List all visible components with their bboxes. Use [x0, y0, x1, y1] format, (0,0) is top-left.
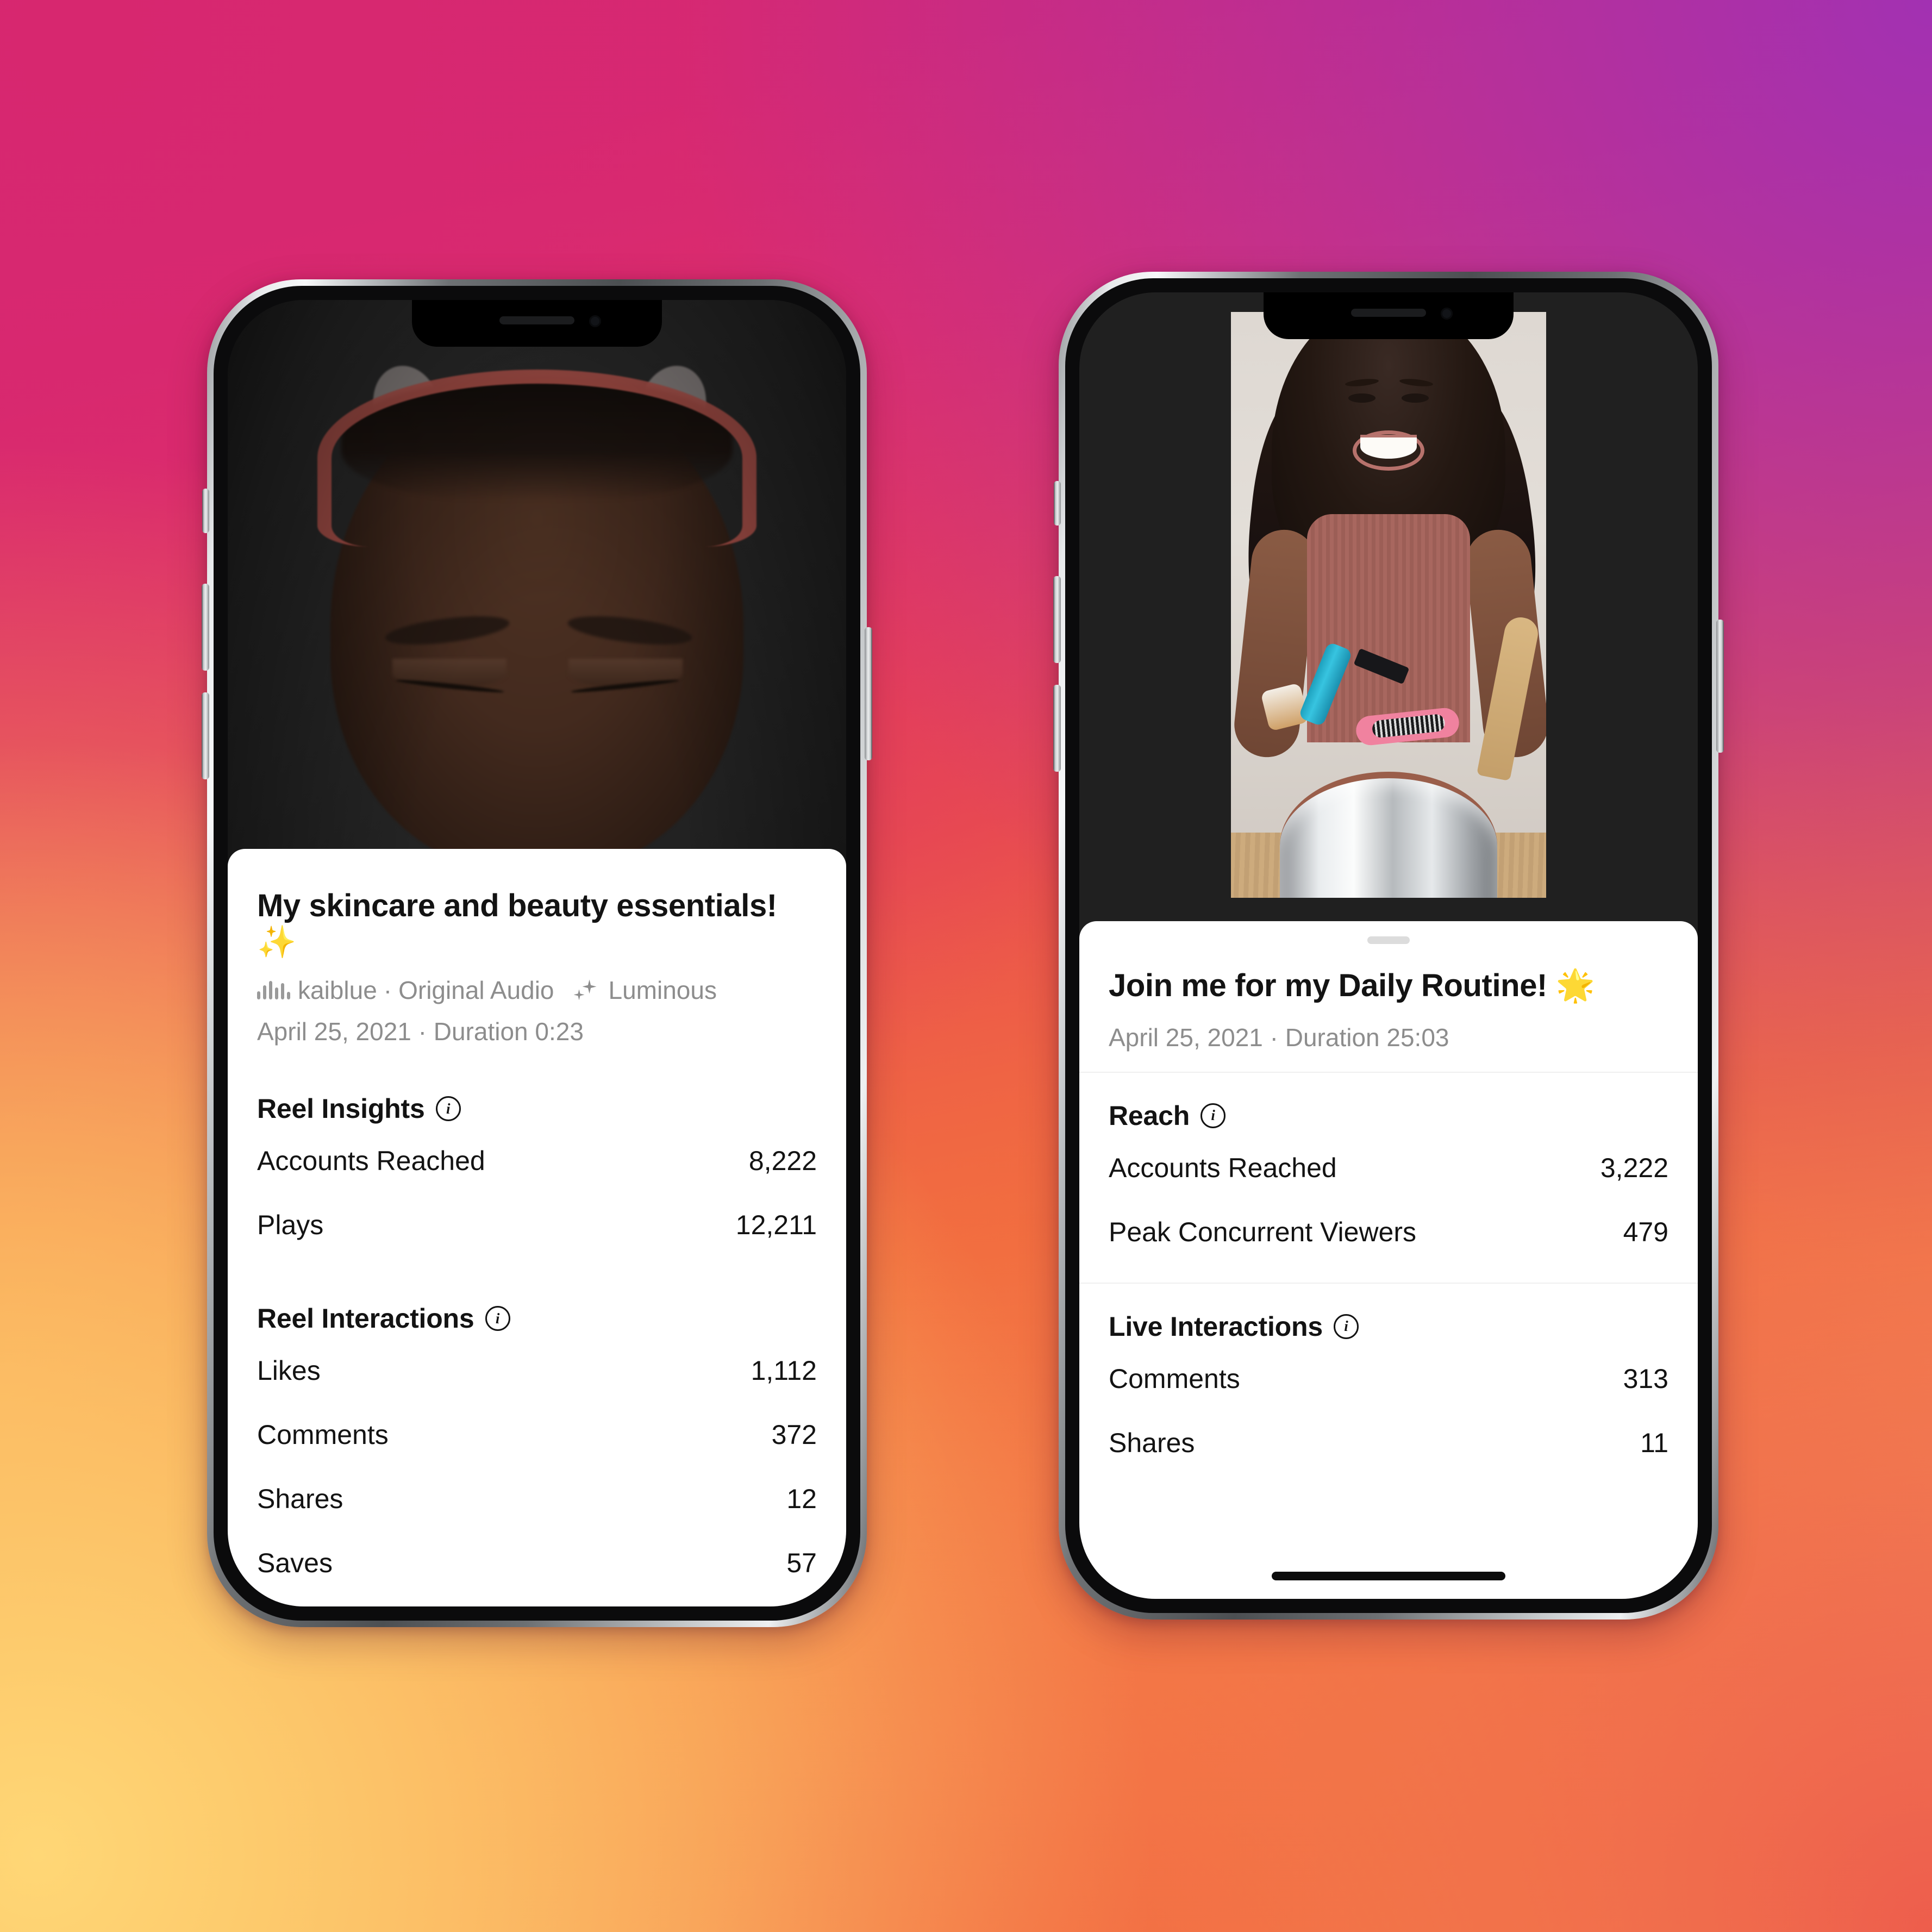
stat-row: Peak Concurrent Viewers 479: [1109, 1200, 1668, 1264]
info-icon[interactable]: i: [485, 1306, 510, 1331]
stat-label: Comments: [257, 1420, 389, 1450]
effect-name[interactable]: Luminous: [609, 978, 717, 1003]
section-title-row: Reel Interactions i: [257, 1276, 817, 1339]
stat-value: 8,222: [748, 1146, 817, 1177]
volume-down-button[interactable]: [202, 692, 209, 779]
section-heading: Reach: [1109, 1100, 1190, 1131]
stat-row: Accounts Reached 8,222: [257, 1129, 817, 1193]
section-reel-insights: Reel Insights i Accounts Reached 8,222 P…: [228, 1066, 846, 1257]
section-heading: Reel Interactions: [257, 1303, 474, 1334]
info-icon[interactable]: i: [1201, 1103, 1226, 1128]
stat-row: Shares 12: [257, 1467, 817, 1531]
audio-waveform-icon: [257, 981, 290, 1000]
stat-label: Plays: [257, 1210, 324, 1241]
front-camera-icon: [1441, 308, 1453, 320]
stat-label: Accounts Reached: [257, 1146, 485, 1177]
section-reel-interactions: Reel Interactions i Likes 1,112 Comments…: [228, 1276, 846, 1595]
section-title-row: Reach i: [1109, 1073, 1668, 1136]
stat-value: 57: [786, 1548, 817, 1579]
front-camera-icon: [589, 315, 601, 327]
stat-value: 11: [1640, 1427, 1668, 1458]
audio-meta-row: kaiblue · Original Audio Luminous: [257, 978, 817, 1003]
stat-row: Plays 12,211: [257, 1193, 817, 1257]
stat-row: Comments 372: [257, 1403, 817, 1467]
face-shape: [1322, 340, 1455, 514]
post-header: Join me for my Daily Routine! 🌟 April 25…: [1079, 944, 1698, 1072]
insights-bottom-sheet-live: Join me for my Daily Routine! 🌟 April 25…: [1079, 921, 1698, 1599]
power-button[interactable]: [1716, 620, 1724, 753]
volume-up-button[interactable]: [1053, 576, 1061, 663]
section-reach: Reach i Accounts Reached 3,222 Peak Conc…: [1079, 1073, 1698, 1264]
stat-value: 1,112: [751, 1355, 817, 1386]
stat-row: Shares 11: [1109, 1411, 1668, 1475]
live-video-frame: [1231, 312, 1546, 898]
home-indicator-zone: [228, 1595, 846, 1606]
eye-right: [1402, 393, 1429, 403]
info-icon[interactable]: i: [435, 1096, 461, 1122]
meta-separator: ·: [383, 976, 392, 1005]
insights-bottom-sheet-reel: My skincare and beauty essentials! ✨ kai…: [228, 849, 846, 1606]
stat-value: 12: [786, 1484, 817, 1515]
stat-label: Shares: [257, 1484, 343, 1515]
date-duration-text: April 25, 2021 · Duration 25:03: [1109, 1023, 1449, 1052]
steel-pot: [1280, 772, 1497, 898]
earpiece-speaker: [499, 316, 574, 324]
audio-author[interactable]: kaiblue: [298, 978, 377, 1003]
section-live-interactions: Live Interactions i Comments 313 Shares …: [1079, 1284, 1698, 1475]
stat-label: Accounts Reached: [1109, 1152, 1337, 1183]
stat-label: Comments: [1109, 1363, 1240, 1394]
stat-value: 313: [1623, 1363, 1668, 1394]
post-title: Join me for my Daily Routine! 🌟: [1109, 968, 1595, 1003]
smile-teeth: [1360, 435, 1417, 459]
phone-bezel: My skincare and beauty essentials! ✨ kai…: [214, 286, 860, 1621]
stat-value: 3,222: [1600, 1152, 1668, 1183]
stat-value: 479: [1623, 1216, 1668, 1247]
section-title-row: Reel Insights i: [257, 1066, 817, 1129]
stat-label: Peak Concurrent Viewers: [1109, 1216, 1417, 1247]
section-heading: Reel Insights: [257, 1093, 425, 1124]
stat-row: Saves 57: [257, 1531, 817, 1595]
stat-value: 12,211: [735, 1210, 817, 1241]
stat-row: Accounts Reached 3,222: [1109, 1136, 1668, 1200]
stat-row: Likes 1,112: [257, 1339, 817, 1403]
phone-device-reel: My skincare and beauty essentials! ✨ kai…: [202, 279, 872, 1627]
notch: [412, 300, 662, 347]
phone-bezel: Join me for my Daily Routine! 🌟 April 25…: [1065, 278, 1712, 1613]
stat-value: 372: [771, 1420, 817, 1450]
post-header: My skincare and beauty essentials! ✨ kai…: [228, 864, 846, 1066]
phone-screen-live: Join me for my Daily Routine! 🌟 April 25…: [1079, 292, 1698, 1599]
stat-row: Comments 313: [1109, 1347, 1668, 1411]
phone-device-live: Join me for my Daily Routine! 🌟 April 25…: [1053, 272, 1724, 1620]
info-icon[interactable]: i: [1333, 1314, 1359, 1339]
volume-up-button[interactable]: [202, 584, 209, 671]
phone-screen-reel: My skincare and beauty essentials! ✨ kai…: [228, 300, 846, 1606]
earpiece-speaker: [1351, 309, 1426, 317]
stat-label: Likes: [257, 1355, 321, 1386]
mute-switch[interactable]: [202, 489, 209, 533]
stat-label: Shares: [1109, 1427, 1195, 1458]
audio-track-name[interactable]: Original Audio: [398, 978, 554, 1003]
post-title: My skincare and beauty essentials! ✨: [257, 888, 777, 960]
sparkle-icon: [573, 979, 601, 1001]
home-indicator[interactable]: [1272, 1572, 1505, 1580]
stat-label: Saves: [257, 1548, 333, 1579]
eye-left: [1348, 393, 1375, 403]
notch: [1264, 292, 1514, 339]
power-button[interactable]: [865, 627, 872, 760]
volume-down-button[interactable]: [1053, 685, 1061, 772]
section-title-row: Live Interactions i: [1109, 1284, 1668, 1347]
date-duration-text: April 25, 2021 · Duration 0:23: [257, 1017, 584, 1046]
sheet-drag-handle[interactable]: [1367, 936, 1410, 944]
section-heading: Live Interactions: [1109, 1311, 1323, 1342]
home-indicator-zone: [1079, 1558, 1698, 1599]
mute-switch[interactable]: [1054, 481, 1061, 526]
